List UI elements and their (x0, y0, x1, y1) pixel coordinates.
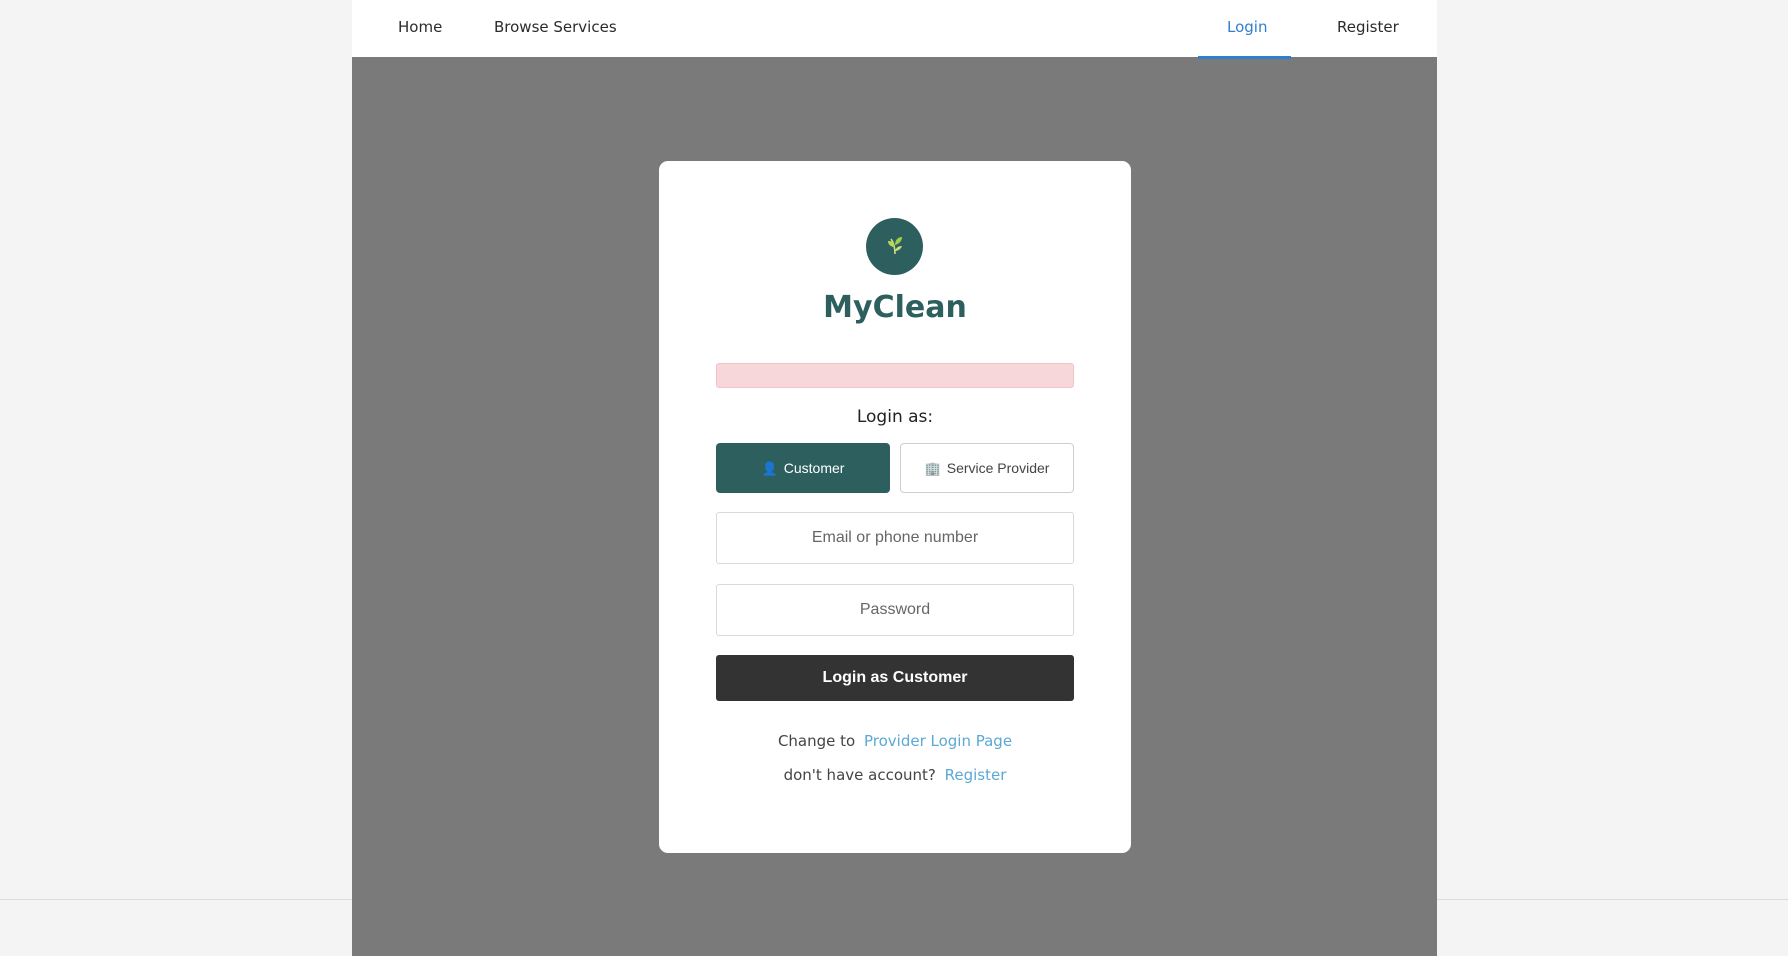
provider-role-button[interactable]: 🏢 Service Provider (900, 443, 1074, 493)
login-as-label: Login as: (856, 407, 934, 427)
building-icon: 🏢 (924, 460, 941, 476)
customer-role-label: Customer (783, 460, 845, 476)
nav-browse-services-link[interactable]: Browse Services (494, 18, 617, 36)
customer-role-button[interactable]: 👤 Customer (716, 443, 890, 493)
password-field[interactable] (716, 584, 1074, 636)
brand-logo (866, 218, 923, 275)
error-alert (716, 363, 1074, 388)
register-link[interactable]: Register (945, 766, 1007, 784)
nav-home-link[interactable]: Home (398, 18, 442, 36)
app-container: Home Browse Services Login Register MyCl… (352, 0, 1437, 956)
provider-role-label: Service Provider (946, 460, 1050, 476)
person-icon: 👤 (761, 460, 778, 476)
nav-register-link[interactable]: Register (1337, 18, 1399, 36)
active-tab-indicator (1198, 56, 1291, 59)
brand-title: MyClean (823, 290, 967, 325)
provider-login-link[interactable]: Provider Login Page (864, 732, 1012, 750)
change-login-row: Change to Provider Login Page (659, 732, 1131, 750)
account-prefix-text: don't have account? (783, 766, 936, 784)
top-navbar: Home Browse Services Login Register (352, 0, 1437, 59)
leaf-icon (882, 232, 908, 262)
register-row: don't have account? Register (659, 766, 1131, 784)
login-submit-button[interactable]: Login as Customer (716, 655, 1074, 701)
email-field[interactable] (716, 512, 1074, 564)
login-card: MyClean Login as: 👤 Customer 🏢 Service P… (659, 161, 1131, 853)
nav-login-link[interactable]: Login (1227, 18, 1267, 36)
change-prefix-text: Change to (777, 732, 856, 750)
